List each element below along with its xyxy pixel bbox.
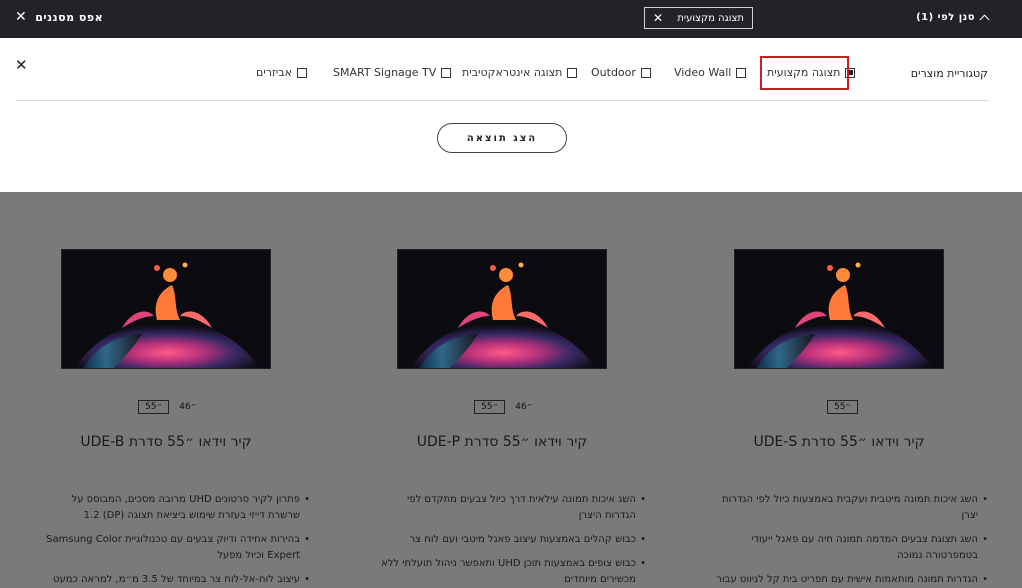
product-splash-image <box>735 250 943 368</box>
checkbox[interactable] <box>736 67 747 78</box>
product-title[interactable]: קיר וידאו ״55 סדרת UDE-B <box>16 434 316 450</box>
category-title: קטגוריית מוצרים <box>910 67 988 80</box>
remove-filter-icon[interactable]: ✕ <box>653 11 663 25</box>
size-selector: 55״ 46״ <box>474 400 533 414</box>
active-filter-chip[interactable]: ✕ תצוגה מקצועית <box>644 7 753 29</box>
product-card[interactable]: 55״ קיר וידאו ״55 סדרת UDE-S השג איכות ת… <box>673 192 988 588</box>
product-card[interactable]: 55״ 46״ קיר וידאו ״55 סדרת UDE-B פתרון ל… <box>0 192 310 588</box>
feature-item: עיצוב לוח-אל-לוח צר במיוחד של 3.5 מ״מ, ל… <box>40 572 310 588</box>
feature-item: בהירות אחידה ודיוק צבעים עם טכנולוגיית S… <box>40 532 310 564</box>
checkbox[interactable] <box>441 67 452 78</box>
size-option-selected[interactable]: 55״ <box>138 400 170 414</box>
size-option-selected[interactable]: 55״ <box>474 400 506 414</box>
feature-item: השג איכות תמונה מיטבית ועקבית באמצעות כי… <box>713 492 988 524</box>
checkbox[interactable] <box>296 67 307 78</box>
feature-list: פתרון לקיר סרטונים UHD מרובה מסכים, המבו… <box>40 492 310 588</box>
active-filter-label: תצוגה מקצועית <box>677 12 744 24</box>
product-image[interactable] <box>61 249 271 369</box>
size-selector: 55״ 46״ <box>138 400 197 414</box>
close-icon: ✕ <box>15 9 28 25</box>
size-option[interactable]: 46״ <box>515 402 532 412</box>
product-card[interactable]: 55״ 46״ קיר וידאו ״55 סדרת UDE-P השג איכ… <box>336 192 646 588</box>
feature-item: השג איכות תמונה עילאית דרך כיול צבעים מת… <box>376 492 646 524</box>
product-title[interactable]: קיר וידאו ״55 סדרת UDE-P <box>352 434 652 450</box>
reset-filters-label: אפס מסננים <box>35 10 104 24</box>
product-splash-image <box>62 250 270 368</box>
product-image[interactable] <box>734 249 944 369</box>
divider <box>16 100 989 101</box>
filter-option-outdoor[interactable]: Outdoor <box>591 66 651 79</box>
filter-option-label: אביזרים <box>256 66 292 79</box>
filter-panel: ✕ קטגוריית מוצרים הצג תוצאה <box>0 38 1022 192</box>
product-splash-image <box>398 250 606 368</box>
feature-item: כבוש צופים באמצעות תוכן UHD ותאפשר ניהול… <box>376 556 646 588</box>
filter-option-accessories[interactable]: אביזרים <box>256 66 307 79</box>
chevron-up-icon <box>979 14 990 24</box>
apply-filters-button[interactable]: הצג תוצאה <box>437 123 567 153</box>
filter-option-label: Outdoor <box>591 66 636 79</box>
feature-item: הגדרות תמונה מותאמות אישית עם תפריט בית … <box>713 572 988 588</box>
filter-by-label: סנן לפי (1) <box>916 12 975 23</box>
filter-option-video-wall[interactable]: Video Wall <box>674 66 747 79</box>
filter-option-interactive-display[interactable]: תצוגה אינטראקטיבית <box>462 66 578 79</box>
filter-option-label: SMART Signage TV <box>333 66 437 79</box>
reset-filters-button[interactable]: ✕ אפס מסננים <box>15 10 103 24</box>
checkbox[interactable] <box>567 67 578 78</box>
filter-option-smart-signage[interactable]: SMART Signage TV <box>333 66 452 79</box>
size-selector: 55״ <box>827 400 859 414</box>
feature-item: השג תצוגת צבעים המדמה תמונה חיה עם פאנל … <box>713 532 988 564</box>
product-title[interactable]: קיר וידאו ״55 סדרת UDE-S <box>689 434 989 450</box>
filter-by-toggle[interactable]: סנן לפי (1) <box>916 12 990 24</box>
feature-list: השג איכות תמונה מיטבית ועקבית באמצעות כי… <box>713 492 988 588</box>
product-grid: 55״ 46״ קיר וידאו ״55 סדרת UDE-B פתרון ל… <box>0 192 1022 588</box>
size-option-selected[interactable]: 55״ <box>827 400 859 414</box>
close-panel-icon[interactable]: ✕ <box>15 56 28 74</box>
filter-option-label: Video Wall <box>674 66 732 79</box>
filter-bar: ✕ אפס מסננים ✕ תצוגה מקצועית סנן לפי (1) <box>0 0 1022 38</box>
feature-item: פתרון לקיר סרטונים UHD מרובה מסכים, המבו… <box>40 492 310 524</box>
filter-option-label: תצוגה אינטראקטיבית <box>462 66 563 79</box>
product-image[interactable] <box>397 249 607 369</box>
selected-option-highlight <box>760 56 849 90</box>
size-option[interactable]: 46״ <box>179 402 196 412</box>
feature-list: השג איכות תמונה עילאית דרך כיול צבעים מת… <box>376 492 646 588</box>
feature-item: כבוש קהלים באמצעות עיצוב פאנל מיטבי ועם … <box>376 532 646 548</box>
checkbox[interactable] <box>640 67 651 78</box>
